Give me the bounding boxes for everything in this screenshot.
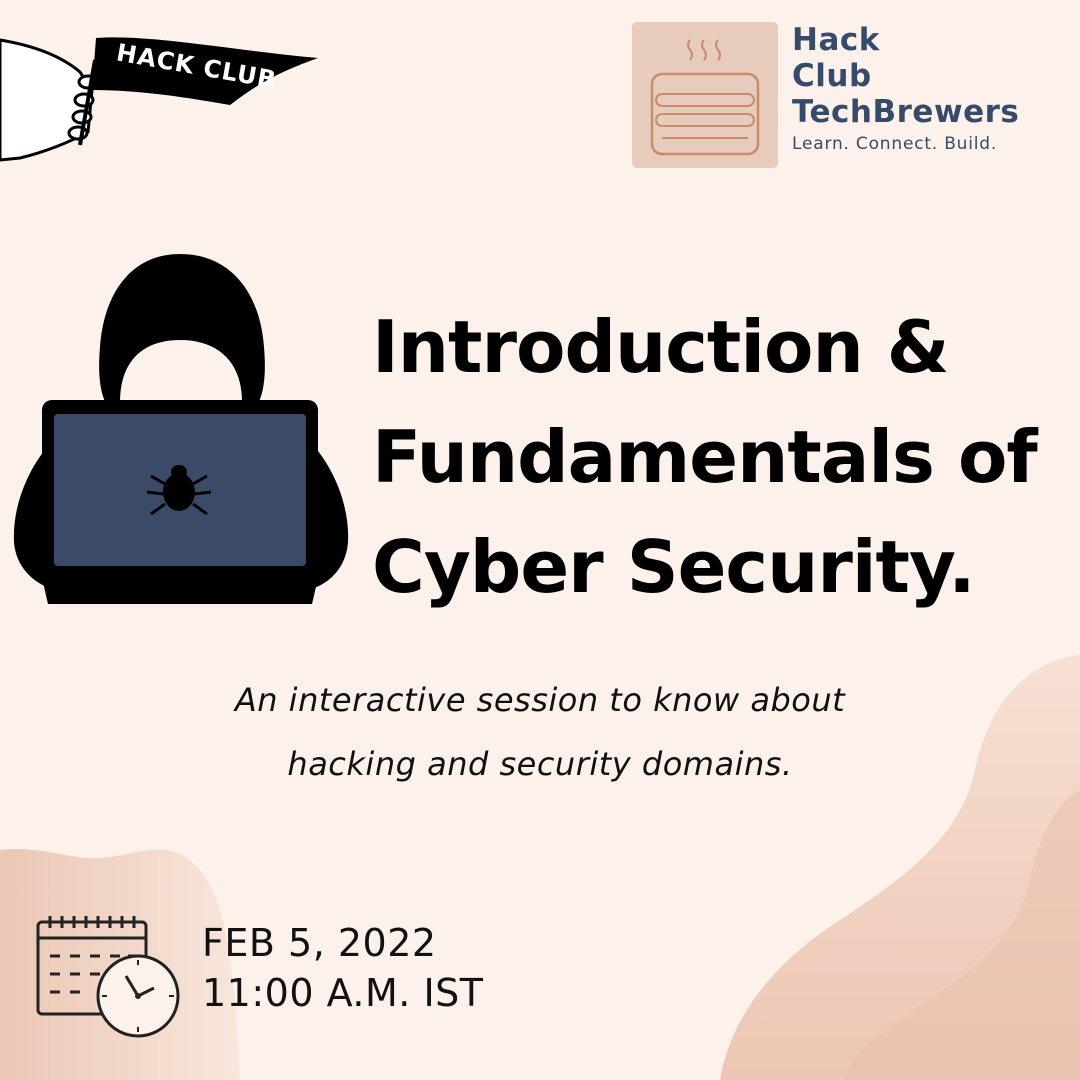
coffee-cup-logo-icon: [632, 22, 778, 168]
calendar-clock-icon: [36, 916, 180, 1038]
event-description-line: An interactive session to know about: [234, 681, 846, 719]
brand-name-line: Club: [792, 58, 872, 94]
event-description: An interactive session to know about hac…: [150, 668, 930, 796]
event-description-line: hacking and security domains.: [287, 745, 793, 783]
brand-name-line: TechBrewers: [792, 94, 1020, 130]
brand-name-line: Hack: [792, 22, 880, 58]
hooded-hacker-laptop-icon: [13, 254, 349, 604]
event-time: 11:00 A.M. IST: [202, 971, 484, 1015]
event-title: Introduction & Fundamentals of Cyber Sec…: [372, 292, 1038, 622]
event-title-line: Fundamentals of: [372, 415, 1038, 499]
hack-club-flag-icon: HACK CLUB: [0, 37, 318, 162]
event-title-line: Cyber Security.: [372, 525, 976, 609]
event-schedule: FEB 5, 2022 11:00 A.M. IST: [202, 918, 483, 1018]
event-date: FEB 5, 2022: [202, 921, 437, 965]
event-title-line: Introduction &: [372, 305, 950, 389]
brand-text: Hack Club TechBrewers Learn. Connect. Bu…: [792, 22, 1072, 154]
brand-tagline: Learn. Connect. Build.: [792, 134, 998, 154]
